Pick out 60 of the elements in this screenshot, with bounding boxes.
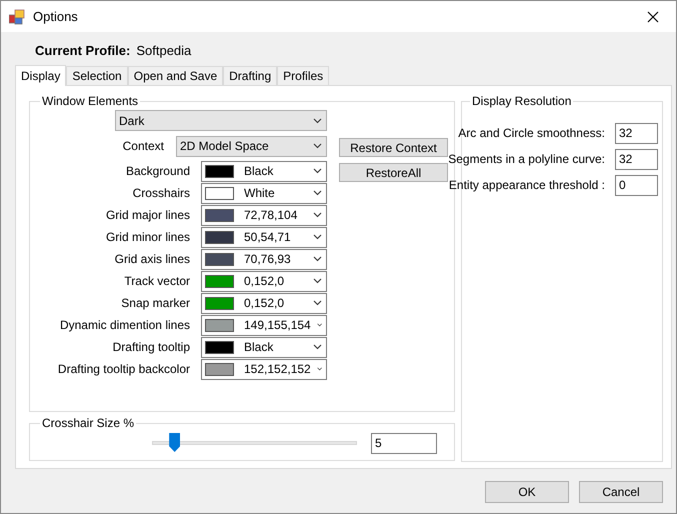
restore-button[interactable]: Restore Context bbox=[339, 138, 448, 157]
chevron-down-icon bbox=[313, 300, 322, 306]
field-label: Arc and Circle smoothness: bbox=[458, 126, 605, 140]
number-input[interactable]: 32 bbox=[615, 148, 658, 170]
chevron-down-icon bbox=[313, 118, 322, 124]
color-dropdown[interactable]: 0,152,0 bbox=[201, 292, 327, 314]
dialog-button[interactable]: OK bbox=[485, 481, 569, 503]
tab[interactable]: Open and Save bbox=[128, 66, 224, 85]
chevron-down-icon bbox=[313, 256, 322, 262]
app-icon bbox=[9, 8, 25, 24]
color-label: Dynamic dimention lines bbox=[60, 318, 190, 332]
color-label: Drafting tooltip bbox=[112, 340, 190, 354]
profile-name: Softpedia bbox=[136, 42, 192, 58]
color-dropdown[interactable]: 0,152,0 bbox=[201, 270, 327, 292]
context-dropdown[interactable]: 2D Model Space bbox=[176, 136, 327, 156]
profile-label: Current Profile: bbox=[35, 42, 130, 58]
chevron-down-icon bbox=[313, 344, 322, 350]
chevron-down-icon bbox=[313, 234, 322, 240]
color-label: Grid major lines bbox=[106, 208, 190, 222]
dialog-button[interactable]: Cancel bbox=[579, 481, 663, 503]
color-label: Snap marker bbox=[121, 296, 190, 310]
chevron-down-icon bbox=[313, 278, 322, 284]
color-label: Grid axis lines bbox=[114, 252, 190, 266]
tab[interactable]: Selection bbox=[66, 66, 128, 85]
tab[interactable]: Display bbox=[15, 65, 66, 86]
group-title: Window Elements bbox=[41, 94, 140, 108]
color-label: Background bbox=[126, 164, 190, 178]
chevron-down-icon bbox=[316, 366, 322, 372]
color-dropdown[interactable]: 50,54,71 bbox=[201, 226, 327, 248]
chevron-down-icon bbox=[313, 212, 322, 218]
window-title: Options bbox=[33, 9, 79, 24]
color-label: Crosshairs bbox=[132, 186, 190, 200]
color-dropdown[interactable]: White bbox=[201, 182, 327, 204]
color-dropdown[interactable]: 152,152,152 bbox=[201, 358, 327, 380]
number-input[interactable]: 32 bbox=[615, 122, 658, 144]
color-label: Grid minor lines bbox=[106, 230, 190, 244]
chevron-down-icon bbox=[313, 168, 322, 174]
theme-dropdown[interactable]: Dark bbox=[115, 110, 327, 131]
group-title: Display Resolution bbox=[471, 94, 572, 108]
restore-button[interactable]: RestoreAll bbox=[339, 163, 448, 182]
context-label: Context bbox=[122, 139, 164, 153]
number-input[interactable]: 0 bbox=[615, 174, 658, 196]
tab[interactable]: Drafting bbox=[223, 66, 278, 85]
color-dropdown[interactable]: Black bbox=[201, 336, 327, 358]
chevron-down-icon bbox=[313, 190, 322, 196]
color-dropdown[interactable]: 149,155,154 bbox=[201, 314, 327, 336]
color-label: Track vector bbox=[124, 274, 190, 288]
field-label: Entity appearance threshold : bbox=[448, 178, 605, 192]
chevron-down-icon bbox=[316, 322, 322, 328]
color-label: Drafting tooltip backcolor bbox=[58, 362, 190, 376]
field-label: Segments in a polyline curve: bbox=[448, 152, 605, 166]
color-dropdown[interactable]: Black bbox=[201, 160, 327, 182]
close-icon bbox=[647, 10, 659, 22]
slider-thumb[interactable] bbox=[169, 433, 180, 452]
group-title: Crosshair Size % bbox=[41, 416, 136, 430]
size-input[interactable]: 5 bbox=[371, 432, 437, 454]
chevron-down-icon bbox=[313, 143, 322, 149]
tab[interactable]: Profiles bbox=[277, 66, 330, 85]
color-dropdown[interactable]: 70,76,93 bbox=[201, 248, 327, 270]
color-dropdown[interactable]: 72,78,104 bbox=[201, 204, 327, 226]
